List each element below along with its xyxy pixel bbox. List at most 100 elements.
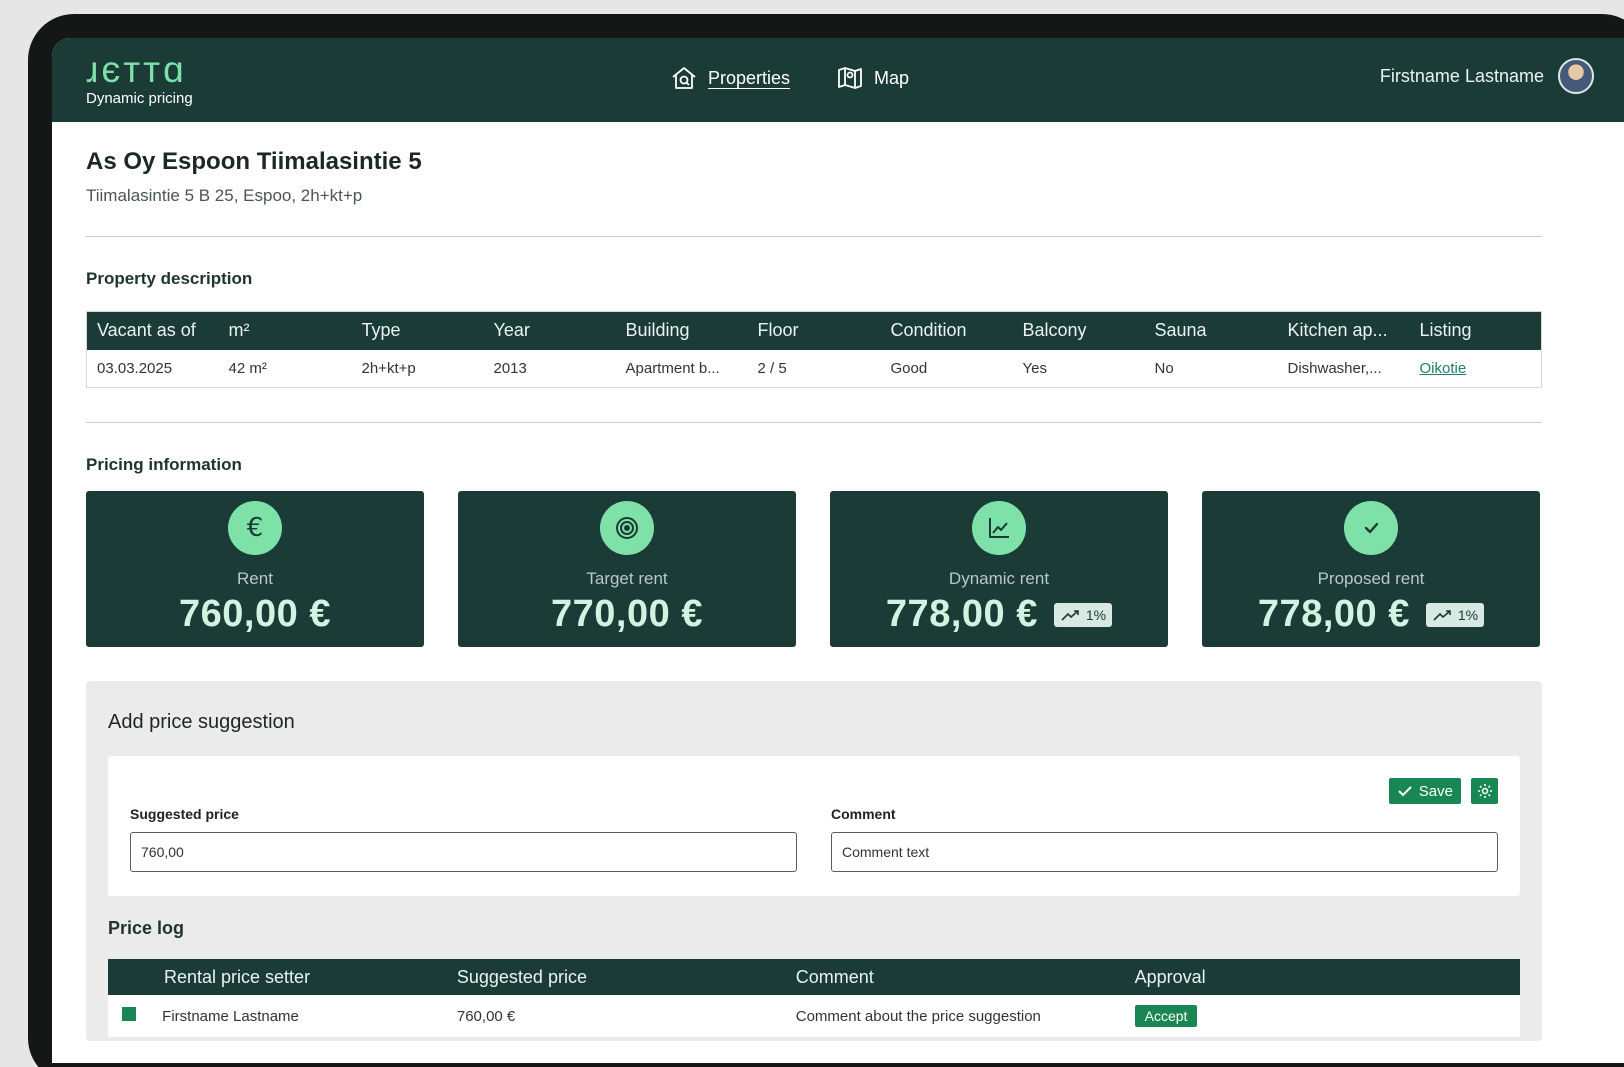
- nav-item-map[interactable]: Map: [836, 64, 909, 92]
- card-label: Dynamic rent: [948, 569, 1050, 588]
- map-pin-icon: [838, 67, 862, 89]
- card-value: 760,00 €: [179, 593, 331, 635]
- table-cell: Comment about the price suggestion: [785, 995, 1125, 1037]
- table-cell: Dishwasher,...: [1287, 359, 1382, 377]
- save-button-label: Save: [1418, 782, 1453, 800]
- target-icon: [600, 501, 654, 555]
- add-price-suggestion-panel: Add price suggestion Save Suggested pric…: [86, 681, 1542, 1041]
- brand-name: ɹєттɑ: [86, 49, 187, 90]
- pricing-information-heading: Pricing information: [86, 455, 242, 474]
- trend-up-icon: [1433, 609, 1451, 621]
- column-header: Rental price setter: [108, 959, 447, 995]
- rent-card: € Rent 760,00 €: [86, 491, 424, 647]
- column-header: Floor: [747, 311, 881, 350]
- flag-icon: [122, 1007, 136, 1021]
- column-header: Kitchen ap...: [1277, 311, 1410, 350]
- table-row: Firstname Lastname 760,00 € Comment abou…: [108, 995, 1520, 1037]
- table-row: 03.03.2025 42 m² 2h+kt+p 2013 Apartment …: [87, 350, 1542, 388]
- euro-icon: €: [228, 501, 282, 555]
- brand-logo[interactable]: ɹєттɑ Dynamic pricing: [86, 49, 193, 107]
- svg-text:€: €: [247, 514, 264, 542]
- add-price-suggestion-heading: Add price suggestion: [108, 711, 295, 733]
- table-cell: Firstname Lastname: [108, 995, 447, 1037]
- suggested-price-field: Suggested price: [130, 806, 797, 872]
- column-header: m²: [218, 311, 352, 350]
- card-label: Proposed rent: [1317, 569, 1425, 588]
- nav-label-properties: Properties: [708, 67, 791, 88]
- table-header-row: Rental price setter Suggested price Comm…: [108, 959, 1520, 995]
- user-menu[interactable]: Firstname Lastname: [1380, 58, 1594, 94]
- column-header: Vacant as of: [86, 311, 219, 350]
- column-header: Suggested price: [446, 959, 786, 995]
- trend-badge: 1%: [1053, 602, 1113, 627]
- proposed-rent-card: Proposed rent 778,00 € 1%: [1202, 491, 1540, 647]
- form-fields: Suggested price Comment: [130, 806, 1498, 872]
- dynamic-rent-card: Dynamic rent 778,00 € 1%: [830, 491, 1168, 647]
- column-header: Approval: [1124, 959, 1520, 995]
- column-header: Listing: [1409, 311, 1542, 350]
- property-description-table: Vacant as of m² Type Year Building Floor…: [86, 311, 1542, 388]
- page-title: As Oy Espoon Tiimalasintie 5: [86, 148, 422, 175]
- suggested-price-label: Suggested price: [130, 806, 239, 822]
- table-cell: Apartment b...: [625, 359, 720, 377]
- nav-item-properties[interactable]: Properties: [670, 64, 790, 92]
- table-cell: 2h+kt+p: [361, 359, 416, 377]
- app-screen: ɹєттɑ Dynamic pricing Properties Map Fir…: [52, 38, 1624, 1063]
- table-cell: No: [1154, 359, 1174, 377]
- nav-label-map: Map: [874, 67, 910, 88]
- main-content: As Oy Espoon Tiimalasintie 5 Tiimalasint…: [86, 122, 1542, 1041]
- card-value-row: 778,00 € 1%: [1257, 593, 1485, 636]
- property-description-heading: Property description: [86, 269, 253, 288]
- card-value-row: 778,00 € 1%: [885, 593, 1113, 636]
- trend-badge: 1%: [1425, 602, 1485, 627]
- brand-tagline: Dynamic pricing: [86, 90, 193, 107]
- comment-field: Comment: [831, 806, 1498, 872]
- save-button[interactable]: Save: [1388, 778, 1461, 804]
- card-value: 778,00 €: [885, 593, 1038, 635]
- table-cell: Yes: [1022, 359, 1047, 377]
- suggested-price-input[interactable]: [130, 832, 797, 872]
- column-header: Balcony: [1012, 311, 1145, 350]
- trend-up-icon: [1061, 609, 1079, 621]
- card-label: Rent: [237, 569, 273, 588]
- pricing-cards: € Rent 760,00 € Target rent 770,00 € Dyn…: [86, 491, 1542, 647]
- user-name: Firstname Lastname: [1379, 65, 1544, 86]
- check-icon: [1344, 501, 1398, 555]
- table-cell: 42 m²: [228, 359, 267, 377]
- trend-value: 1%: [1457, 606, 1479, 623]
- card-label: Target rent: [586, 569, 668, 588]
- comment-input[interactable]: [831, 832, 1498, 872]
- column-header: Condition: [880, 311, 1013, 350]
- chart-line-icon: [972, 501, 1026, 555]
- price-log-heading: Price log: [108, 918, 185, 938]
- column-header: Building: [615, 311, 748, 350]
- table-cell: Good: [890, 359, 928, 377]
- column-header: Type: [351, 311, 484, 350]
- trend-value: 1%: [1085, 606, 1107, 623]
- table-cell: 2 / 5: [757, 359, 787, 377]
- divider: [86, 422, 1542, 423]
- column-header: Sauna: [1144, 311, 1278, 350]
- table-cell: 760,00 €: [446, 995, 786, 1037]
- listing-link[interactable]: Oikotie: [1420, 360, 1467, 377]
- home-search-icon: [672, 67, 696, 89]
- gear-icon: [1477, 784, 1492, 798]
- table-cell: 2013: [493, 359, 527, 377]
- accept-button[interactable]: Accept: [1134, 1005, 1198, 1027]
- card-value: 778,00 €: [1257, 593, 1410, 635]
- price-suggestion-form: Save Suggested price Comment: [108, 756, 1520, 896]
- target-rent-card: Target rent 770,00 €: [458, 491, 796, 647]
- table-cell: 03.03.2025: [97, 359, 173, 377]
- card-value-row: 760,00 €: [179, 593, 331, 636]
- top-navigation-bar: ɹєттɑ Dynamic pricing Properties Map Fir…: [52, 38, 1624, 122]
- form-actions: Save: [1388, 778, 1498, 804]
- card-value: 770,00 €: [551, 593, 703, 635]
- comment-label: Comment: [831, 806, 896, 822]
- settings-button[interactable]: [1471, 778, 1498, 804]
- table-header-row: Vacant as of m² Type Year Building Floor…: [86, 311, 1542, 350]
- price-log-table: Rental price setter Suggested price Comm…: [108, 959, 1520, 1037]
- column-header: Year: [483, 311, 616, 350]
- divider: [86, 236, 1542, 237]
- avatar[interactable]: [1558, 58, 1594, 94]
- column-header: Comment: [785, 959, 1125, 995]
